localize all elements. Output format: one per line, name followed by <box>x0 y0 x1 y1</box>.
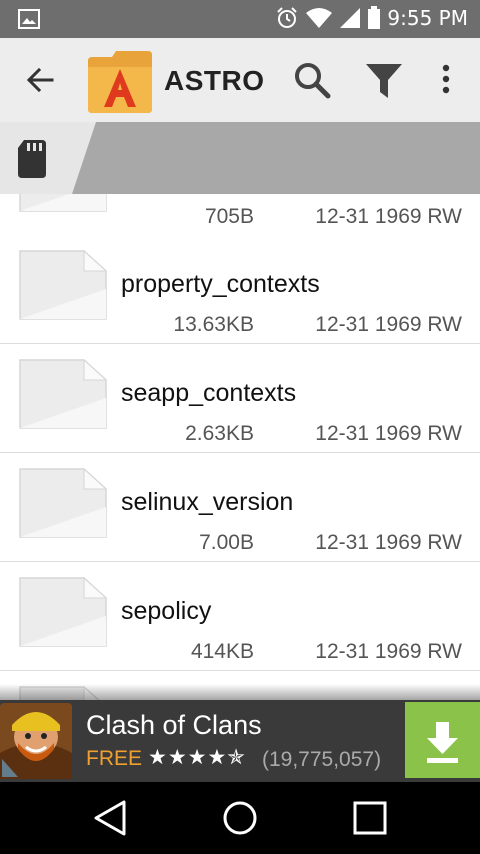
file-size: 2.63KB <box>185 422 254 445</box>
file-row[interactable]: selinux_version 7.00B 12-31 1969 RW <box>0 453 480 562</box>
wifi-icon <box>306 8 333 28</box>
sd-card-icon <box>18 140 46 178</box>
file-row[interactable]: sepolicy 414KB 12-31 1969 RW <box>0 562 480 671</box>
file-date: 12-31 1969 RW <box>315 205 462 228</box>
download-button[interactable] <box>405 702 480 778</box>
status-bar: 9:55 PM <box>0 0 480 38</box>
download-icon <box>427 722 458 763</box>
file-date: 12-31 1969 RW <box>315 422 462 445</box>
file-date: 12-31 1969 RW <box>315 313 462 336</box>
clash-of-clans-app-icon[interactable] <box>0 703 72 779</box>
ad-banner[interactable]: Clash of Clans FREE ★★★★✯ (19,775,057) <box>0 700 480 782</box>
file-icon <box>18 249 108 321</box>
file-icon <box>18 576 108 648</box>
file-size: 705B <box>204 205 254 228</box>
ad-shadow <box>0 684 480 700</box>
file-row[interactable]: seapp_contexts 2.63KB 12-31 1969 RW <box>0 344 480 453</box>
search-icon[interactable] <box>292 60 332 100</box>
file-name: selinux_version <box>121 488 294 516</box>
file-row[interactable]: property_contexts 13.63KB 12-31 1969 RW <box>0 235 480 344</box>
ad-price: FREE <box>86 747 143 770</box>
status-time: 9:55 PM <box>387 6 468 30</box>
file-size: 414KB <box>190 640 254 663</box>
file-icon <box>18 358 108 430</box>
path-bar <box>0 122 480 194</box>
navigation-bar <box>0 782 480 854</box>
more-vert-icon[interactable] <box>436 62 456 98</box>
status-icons: 9:55 PM <box>275 6 468 30</box>
signal-icon <box>340 8 361 28</box>
filter-icon[interactable] <box>364 60 404 100</box>
back-arrow-icon[interactable] <box>24 64 56 96</box>
file-row[interactable]: 705B 12-31 1969 RW <box>0 194 480 236</box>
image-notification-icon <box>18 9 40 34</box>
file-size: 7.00B <box>199 531 254 554</box>
file-date: 12-31 1969 RW <box>315 640 462 663</box>
ad-review-count: (19,775,057) <box>262 748 382 771</box>
breadcrumb-sd-card[interactable] <box>0 122 100 194</box>
ad-title: Clash of Clans <box>86 710 262 740</box>
app-bar: ASTRO <box>0 38 480 122</box>
nav-recents-icon[interactable] <box>352 800 388 836</box>
app-title: ASTRO <box>164 65 265 96</box>
file-date: 12-31 1969 RW <box>315 531 462 554</box>
ad-rating-stars: ★★★★✯ <box>148 746 246 769</box>
file-icon <box>18 194 108 213</box>
file-size: 13.63KB <box>173 313 254 336</box>
file-name: seapp_contexts <box>121 379 297 407</box>
nav-home-icon[interactable] <box>220 798 260 838</box>
astro-logo <box>86 47 154 115</box>
file-list: 705B 12-31 1969 RW property_contexts 13.… <box>0 194 480 700</box>
nav-back-icon[interactable] <box>92 798 128 838</box>
file-name: sepolicy <box>121 597 212 625</box>
file-name: property_contexts <box>121 270 320 298</box>
alarm-icon <box>277 7 298 28</box>
file-icon <box>18 467 108 539</box>
battery-icon <box>368 6 381 29</box>
